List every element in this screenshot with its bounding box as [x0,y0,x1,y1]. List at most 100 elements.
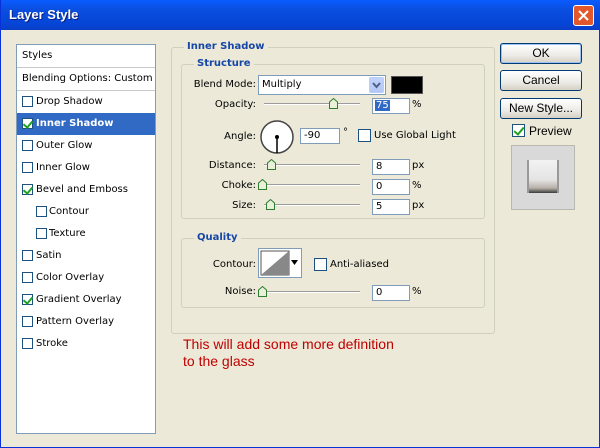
layer-style-dialog: Layer Style Styles Blending Options: Cus… [0,0,600,448]
blend-mode-label: Blend Mode: [193,79,256,90]
style-item-bevel-and-emboss[interactable]: Bevel and Emboss [17,179,155,201]
slider-track [258,291,360,293]
slider-thumb-icon[interactable] [329,98,338,109]
style-item-inner-shadow[interactable]: Inner Shadow [17,113,155,135]
choke-field[interactable]: 0 [372,179,410,195]
close-button[interactable] [573,5,594,26]
style-checkbox[interactable] [22,184,33,195]
style-item-label: Texture [49,228,86,239]
style-checkbox[interactable] [36,228,47,239]
style-item-contour[interactable]: Contour [17,201,155,223]
style-checkbox[interactable] [22,316,33,327]
style-item-label: Color Overlay [36,272,105,283]
size-slider[interactable] [264,199,360,211]
style-checkbox[interactable] [22,294,33,305]
choke-unit: % [412,180,422,191]
style-item-stroke[interactable]: Stroke [17,333,155,355]
style-item-label: Pattern Overlay [36,316,115,327]
style-item-label: Stroke [36,338,68,349]
annotation-line-2: to the glass [183,353,255,369]
style-checkbox[interactable] [22,140,33,151]
angle-value: -90 [304,130,321,141]
style-item-label: Inner Glow [36,162,90,173]
choke-slider[interactable] [258,179,360,191]
slider-track [264,103,360,105]
anti-aliased-label: Anti-aliased [330,259,390,270]
style-item-label: Inner Shadow [36,118,114,129]
style-checkbox[interactable] [22,162,33,173]
structure-title: Structure [194,58,254,70]
slider-track [264,164,360,166]
style-item-drop-shadow[interactable]: Drop Shadow [17,91,155,113]
close-icon [578,10,589,21]
style-item-gradient-overlay[interactable]: Gradient Overlay [17,289,155,311]
choke-value: 0 [376,181,383,192]
styles-header-label: Styles [22,50,53,61]
blending-options-item[interactable]: Blending Options: Custom [17,68,155,90]
slider-thumb-icon[interactable] [258,286,267,297]
noise-unit: % [412,286,422,297]
shadow-color-swatch[interactable] [391,76,423,94]
style-checkbox[interactable] [22,272,33,283]
title-bar[interactable]: Layer Style [1,0,600,30]
cancel-button[interactable]: Cancel [500,70,582,91]
contour-picker[interactable] [258,248,302,278]
size-field[interactable]: 5 [372,199,410,215]
distance-field[interactable]: 8 [372,159,410,175]
preview-checkbox[interactable] [512,124,525,137]
style-checkbox[interactable] [36,206,47,217]
blending-options-label: Blending Options: Custom [22,73,153,84]
style-item-color-overlay[interactable]: Color Overlay [17,267,155,289]
contour-curve-icon [260,250,298,276]
opacity-field[interactable]: 75 [372,98,410,114]
size-unit: px [412,200,425,211]
use-global-light-label: Use Global Light [374,130,456,141]
quality-title: Quality [194,232,241,244]
style-item-texture[interactable]: Texture [17,223,155,245]
style-item-pattern-overlay[interactable]: Pattern Overlay [17,311,155,333]
blend-mode-select[interactable]: Multiply [258,75,386,95]
style-checkbox[interactable] [22,250,33,261]
style-item-outer-glow[interactable]: Outer Glow [17,135,155,157]
preview-label: Preview [529,124,572,138]
contour-label: Contour: [212,259,256,270]
angle-label: Angle: [224,131,256,142]
opacity-value: 75 [375,100,390,111]
style-item-label: Outer Glow [36,140,93,151]
angle-field[interactable]: -90 [300,128,340,144]
blend-mode-value: Multiply [262,79,302,90]
dropdown-arrow-icon [369,77,384,93]
slider-thumb-icon[interactable] [266,199,275,210]
slider-track [264,204,360,206]
style-checkbox[interactable] [22,338,33,349]
use-global-light-checkbox[interactable] [358,129,371,142]
style-checkbox[interactable] [22,118,33,129]
choke-label: Choke: [221,180,256,191]
noise-slider[interactable] [258,286,360,298]
slider-thumb-icon[interactable] [267,159,276,170]
style-item-label: Drop Shadow [36,96,103,107]
noise-field[interactable]: 0 [372,285,410,301]
style-item-satin[interactable]: Satin [17,245,155,267]
angle-dial[interactable] [259,119,295,155]
preview-thumbnail [511,145,575,210]
noise-label: Noise: [224,286,256,297]
opacity-slider[interactable] [264,98,360,110]
style-checkbox[interactable] [22,96,33,107]
noise-value: 0 [376,287,383,298]
slider-thumb-icon[interactable] [258,179,267,190]
panel-title: Inner Shadow [184,41,268,53]
style-item-inner-glow[interactable]: Inner Glow [17,157,155,179]
anti-aliased-checkbox[interactable] [314,258,327,271]
size-value: 5 [376,201,383,212]
slider-track [258,184,360,186]
new-style-button[interactable]: New Style... [500,98,582,119]
distance-value: 8 [376,161,383,172]
window-title: Layer Style [9,7,79,22]
angle-unit: ° [343,127,348,138]
opacity-label: Opacity: [214,99,256,110]
distance-label: Distance: [208,160,256,171]
distance-slider[interactable] [264,159,360,171]
styles-header[interactable]: Styles [17,45,155,67]
ok-button[interactable]: OK [500,43,582,64]
